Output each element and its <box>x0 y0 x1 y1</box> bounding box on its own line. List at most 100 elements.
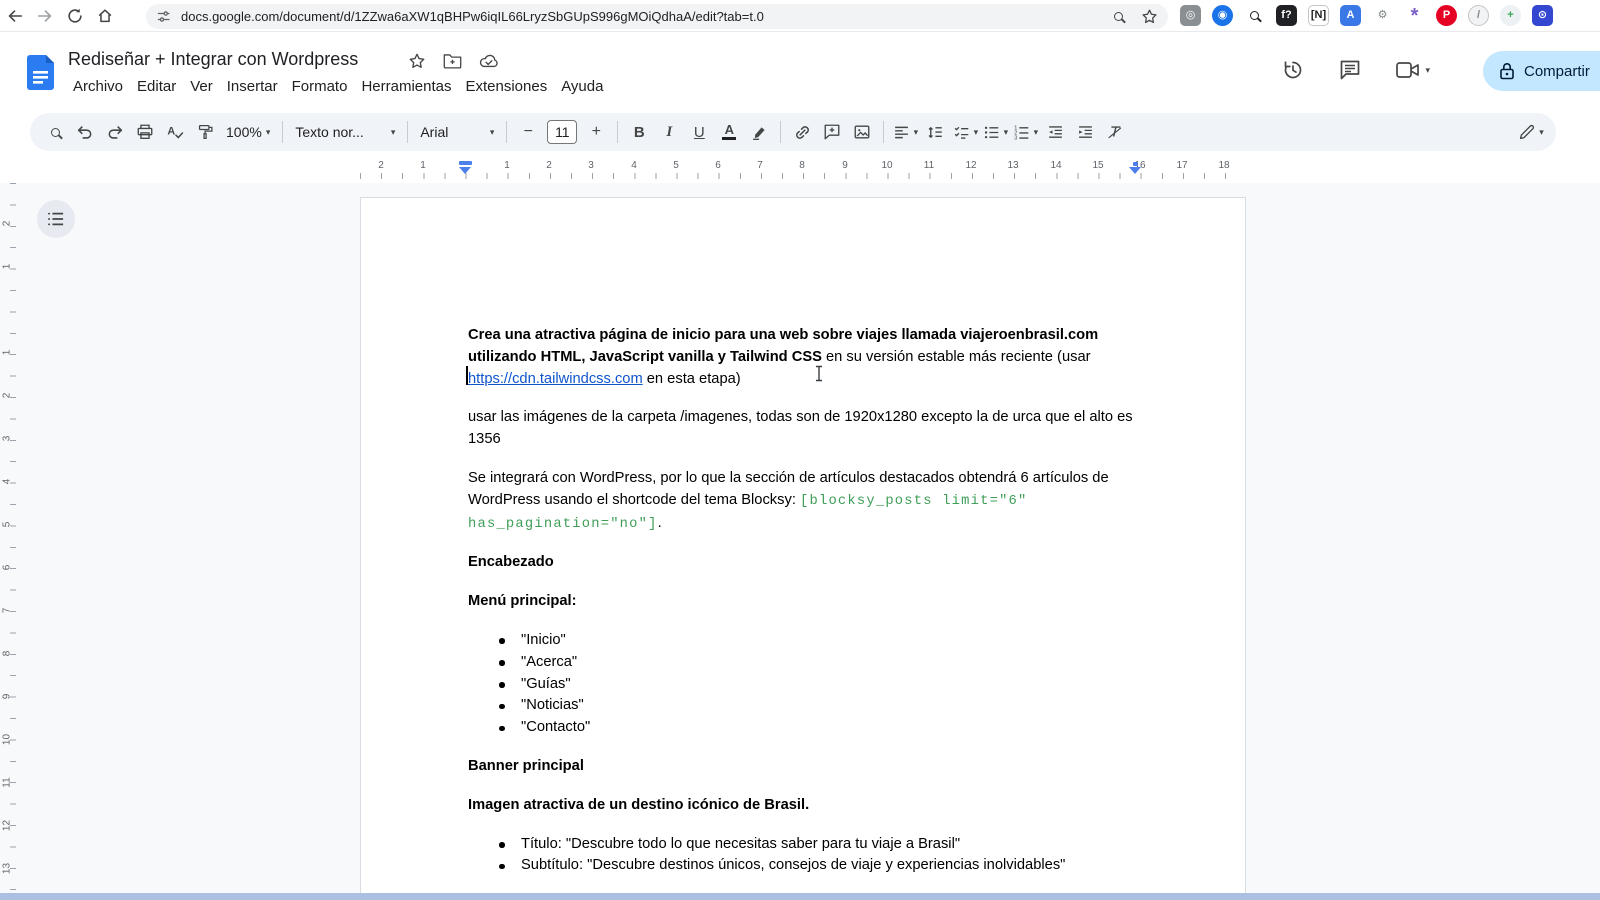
doc-bullet-item: Título: "Descubre todo lo que necesitas … <box>521 834 1138 856</box>
italic-button[interactable]: I <box>655 118 683 146</box>
favorite-star-icon[interactable] <box>408 52 426 70</box>
comments-icon[interactable] <box>1338 58 1362 82</box>
chevron-down-icon[interactable]: ▾ <box>1425 65 1430 76</box>
edit-circle-extension-icon[interactable]: / <box>1468 5 1489 26</box>
print-icon[interactable] <box>131 118 159 146</box>
numbered-list-select[interactable]: 123 ▾ <box>1011 118 1039 146</box>
site-settings-icon[interactable] <box>156 9 171 24</box>
text-cursor <box>466 366 468 385</box>
underline-button[interactable]: U <box>685 118 713 146</box>
left-indent-marker[interactable] <box>459 167 471 174</box>
doc-text: . <box>658 515 662 531</box>
decrease-indent-icon[interactable] <box>1041 118 1069 146</box>
ruler-number: 8 <box>799 160 805 171</box>
camera-extension-icon[interactable]: ◎ <box>1180 5 1201 26</box>
tool-extension-icon[interactable]: ⚙ <box>1372 5 1393 26</box>
search-extension-icon[interactable] <box>1244 5 1265 26</box>
menu-ver[interactable]: Ver <box>183 76 220 97</box>
bulleted-list-select[interactable]: ▾ <box>981 118 1009 146</box>
doc-paragraph: Banner principal <box>468 756 1138 778</box>
doc-link[interactable]: https://cdn.tailwindcss.com <box>468 371 643 387</box>
menu-formato[interactable]: Formato <box>285 76 355 97</box>
increase-indent-icon[interactable] <box>1071 118 1099 146</box>
menu-ayuda[interactable]: Ayuda <box>554 76 610 97</box>
right-indent-marker[interactable] <box>1129 167 1141 174</box>
undo-icon[interactable] <box>71 118 99 146</box>
menu-editar[interactable]: Editar <box>130 76 183 97</box>
highlight-color-icon[interactable] <box>745 118 773 146</box>
chevron-down-icon: ▾ <box>391 127 396 138</box>
ruler-number: 9 <box>842 160 848 171</box>
docs-header: Rediseñar + Integrar con Wordpress Archi… <box>0 32 1600 106</box>
cloud-saved-icon[interactable] <box>479 52 499 70</box>
horizontal-ruler[interactable]: 21123456789101112131415161718 <box>0 158 1600 183</box>
notion-style-extension-icon[interactable]: [N] <box>1308 5 1329 26</box>
insert-image-icon[interactable] <box>848 118 876 146</box>
ruler-number: 10 <box>2 733 13 747</box>
purple-flower-extension-icon[interactable]: * <box>1404 5 1425 26</box>
increase-font-size-button[interactable]: + <box>582 118 610 146</box>
vertical-ruler[interactable] <box>10 183 16 900</box>
reload-icon[interactable] <box>60 1 90 31</box>
chevron-down-icon: ▾ <box>914 127 919 138</box>
menu-archivo[interactable]: Archivo <box>66 76 130 97</box>
insert-link-icon[interactable] <box>788 118 816 146</box>
back-icon[interactable] <box>0 1 30 31</box>
ruler-number: 13 <box>1007 160 1018 171</box>
font-select[interactable]: Arial▾ <box>414 118 500 146</box>
text-color-button[interactable]: A <box>715 118 743 146</box>
search-menus-icon[interactable] <box>41 118 69 146</box>
paragraph-style-select[interactable]: Texto nor...▾ <box>289 118 401 146</box>
chevron-down-icon: ▾ <box>266 127 271 138</box>
svg-text:A: A <box>167 126 175 138</box>
ruler-number: 6 <box>715 160 721 171</box>
bottom-edge-strip <box>0 893 1600 900</box>
bookmark-star-icon[interactable] <box>1141 8 1158 25</box>
decrease-font-size-button[interactable]: − <box>514 118 542 146</box>
google-docs-logo-icon[interactable] <box>27 55 54 91</box>
zoom-page-icon[interactable] <box>1114 12 1123 21</box>
address-bar[interactable]: docs.google.com/document/d/1ZZwa6aXW1qBH… <box>146 4 1168 29</box>
checklist-select[interactable]: ▾ <box>951 118 979 146</box>
font-size-input[interactable]: 11 <box>547 120 577 144</box>
chevron-down-icon: ▾ <box>974 127 979 138</box>
first-line-indent-marker[interactable] <box>459 161 472 165</box>
menu-insertar[interactable]: Insertar <box>220 76 285 97</box>
paint-format-icon[interactable] <box>191 118 219 146</box>
blue-camera-extension-icon[interactable]: ◉ <box>1212 5 1233 26</box>
home-icon[interactable] <box>90 1 120 31</box>
line-spacing-icon[interactable] <box>921 118 949 146</box>
translate-extension-icon[interactable]: A <box>1340 5 1361 26</box>
doc-text: Imagen atractiva de un destino icónico d… <box>468 797 809 813</box>
add-comment-icon[interactable] <box>818 118 846 146</box>
move-to-folder-icon[interactable] <box>443 52 462 70</box>
ruler-number: 5 <box>673 160 679 171</box>
ruler-number: 9 <box>2 690 13 704</box>
ruler-number: 2 <box>378 160 384 171</box>
share-button[interactable]: Compartir <box>1483 51 1600 91</box>
doc-paragraph: Menú principal: <box>468 591 1138 613</box>
clear-formatting-icon[interactable] <box>1101 118 1129 146</box>
zoom-select[interactable]: 100%▾ <box>220 118 276 146</box>
version-history-icon[interactable] <box>1281 58 1305 82</box>
redo-icon[interactable] <box>101 118 129 146</box>
menu-extensiones[interactable]: Extensiones <box>458 76 554 97</box>
font-tool-extension-icon[interactable]: f? <box>1276 5 1297 26</box>
spellcheck-icon[interactable]: A <box>161 118 189 146</box>
join-call-button[interactable]: ▾ <box>1395 59 1430 81</box>
align-select[interactable]: ▾ <box>891 118 919 146</box>
url-text[interactable]: docs.google.com/document/d/1ZZwa6aXW1qBH… <box>181 9 1114 24</box>
menu-herramientas[interactable]: Herramientas <box>354 76 458 97</box>
document-title[interactable]: Rediseñar + Integrar con Wordpress <box>68 49 358 70</box>
blue-grid-extension-icon[interactable]: ⊙ <box>1532 5 1553 26</box>
pinterest-extension-icon[interactable]: P <box>1436 5 1457 26</box>
doc-paragraph: Crea una atractiva página de inicio para… <box>468 325 1138 390</box>
bold-button[interactable]: B <box>625 118 653 146</box>
show-outline-button[interactable] <box>37 200 75 238</box>
document-content[interactable]: Crea una atractiva página de inicio para… <box>361 198 1245 877</box>
ruler-number: 7 <box>757 160 763 171</box>
forward-icon[interactable] <box>30 1 60 31</box>
document-page[interactable]: Crea una atractiva página de inicio para… <box>360 197 1246 900</box>
editing-mode-select[interactable]: ▾ <box>1517 118 1545 146</box>
add-cloud-extension-icon[interactable]: + <box>1500 5 1521 26</box>
